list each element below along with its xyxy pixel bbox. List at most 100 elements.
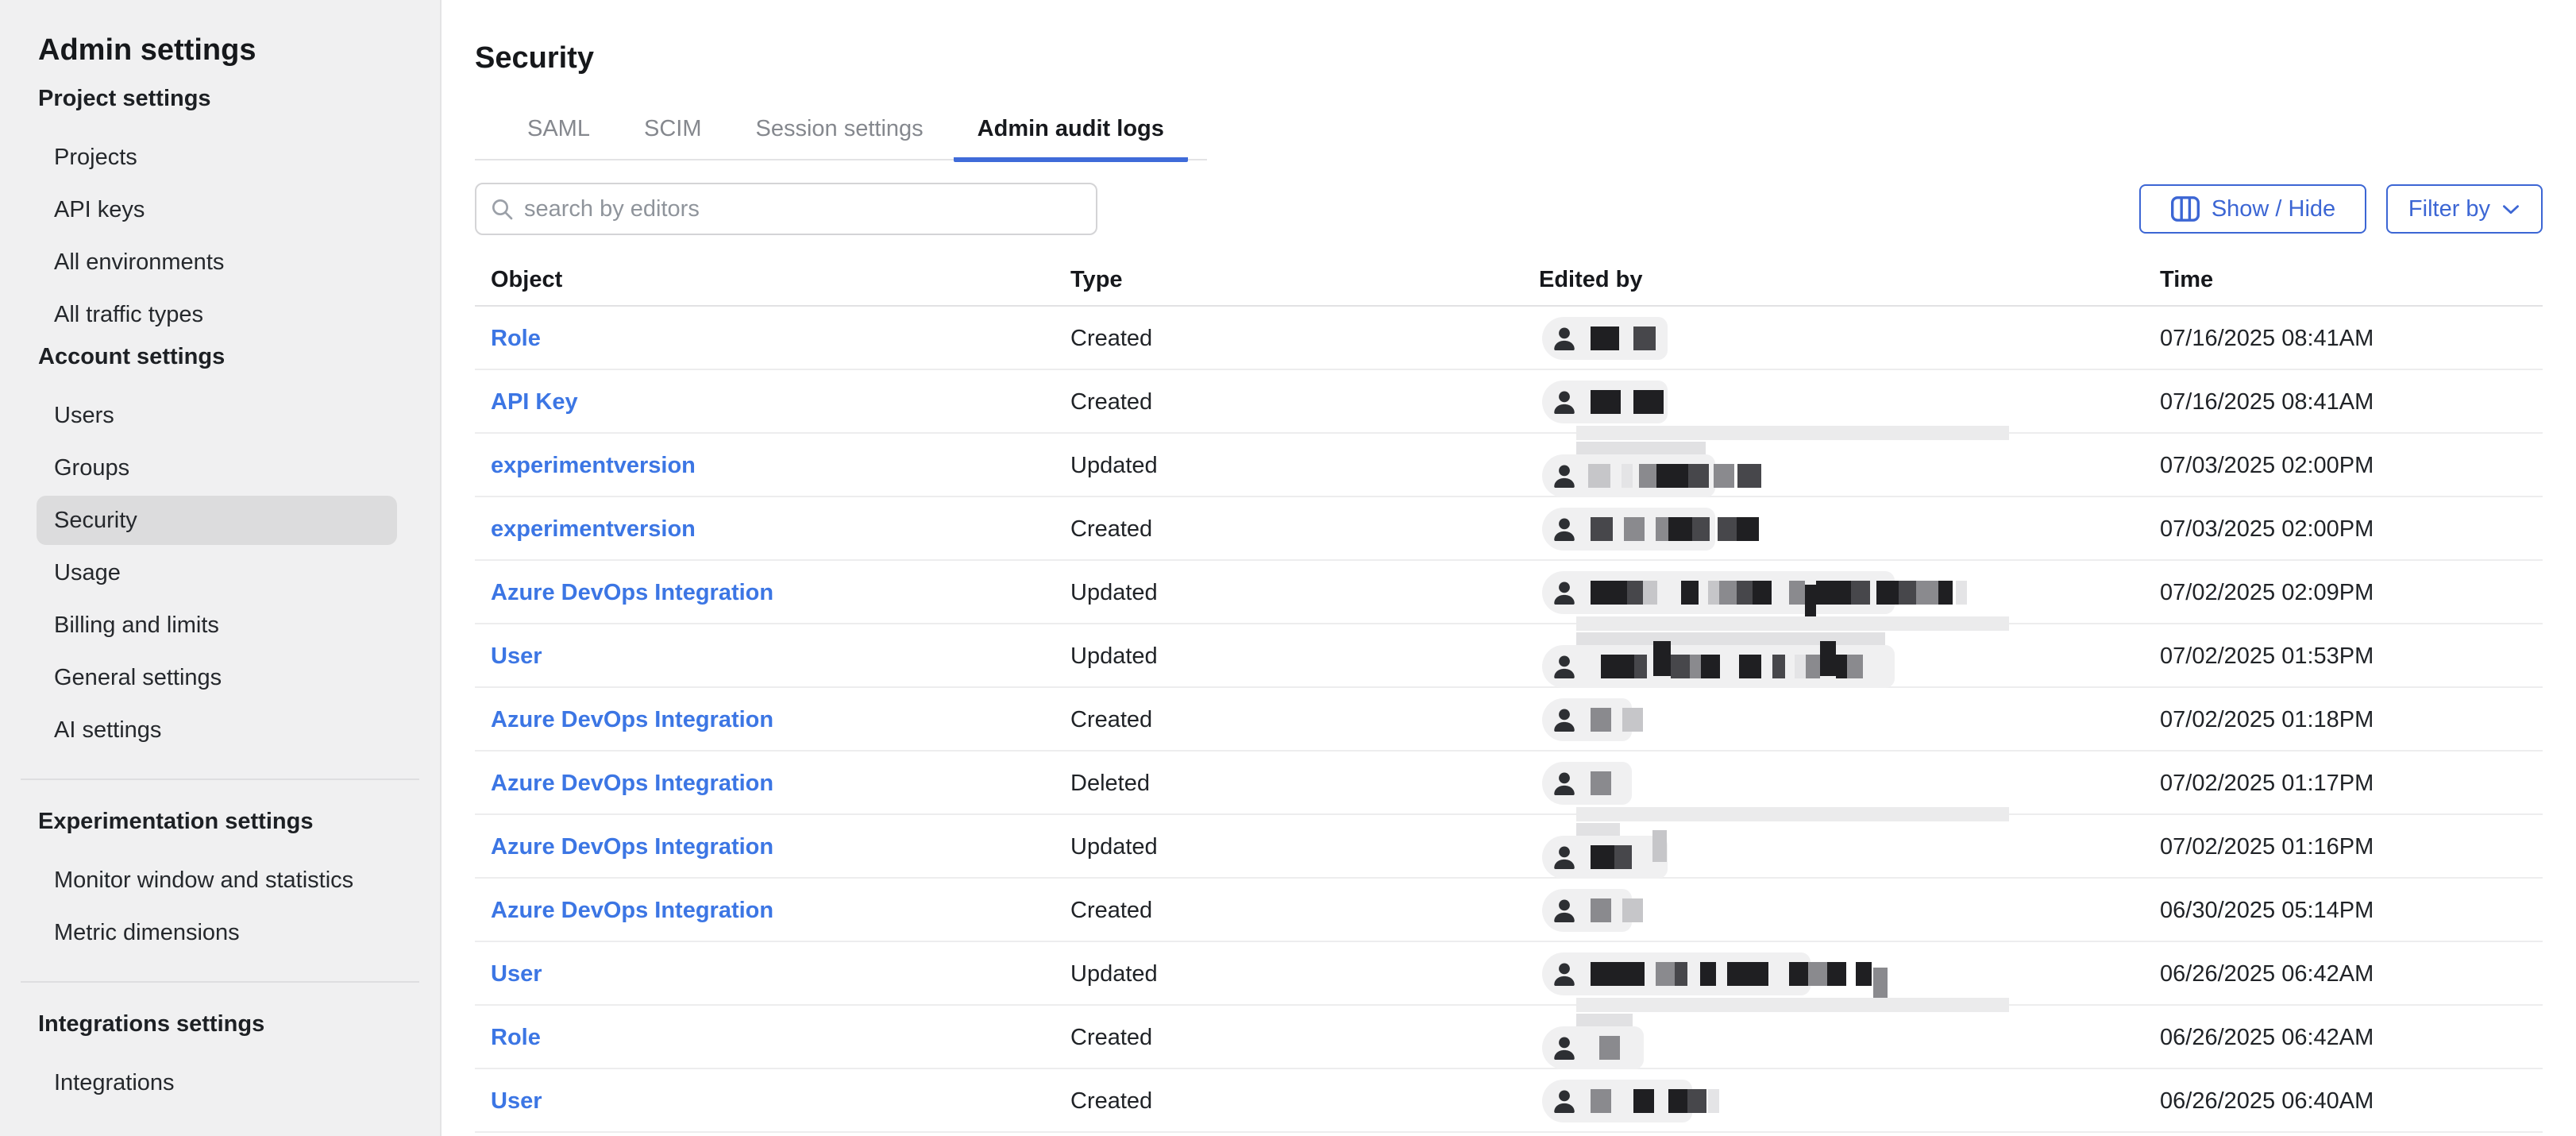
table-row: experimentversion Created 07/03/2025 02:00… bbox=[475, 497, 2543, 561]
sidebar-item-usage[interactable]: Usage bbox=[0, 557, 440, 589]
time-cell: 07/02/2025 01:18PM bbox=[2144, 707, 2543, 733]
person-icon bbox=[1550, 324, 1579, 353]
object-link-azure-devops-integration[interactable]: Azure DevOps Integration bbox=[491, 898, 773, 923]
redacted-text-block bbox=[1591, 1089, 1611, 1113]
time-cell: 07/16/2025 08:41AM bbox=[2144, 389, 2543, 415]
page-title: Security bbox=[475, 39, 594, 77]
object-cell: Role bbox=[475, 326, 1055, 352]
redacted-text-block bbox=[1789, 962, 1808, 986]
edited-by-cell bbox=[1523, 561, 2144, 624]
type-cell: Created bbox=[1055, 516, 1523, 543]
object-cell: User bbox=[475, 1088, 1055, 1115]
tab-admin-audit-logs[interactable]: Admin audit logs bbox=[954, 110, 1188, 162]
redacted-text-block bbox=[1836, 655, 1847, 678]
redacted-text-block bbox=[1718, 517, 1737, 541]
object-cell: Azure DevOps Integration bbox=[475, 580, 1055, 606]
tab-scim[interactable]: SCIM bbox=[620, 110, 726, 162]
redacted-text-block bbox=[1789, 581, 1805, 605]
sidebar-item-metric-dimensions[interactable]: Metric dimensions bbox=[0, 917, 440, 949]
object-cell: Role bbox=[475, 1025, 1055, 1051]
sidebar-list: Projects API keys All environments All traf… bbox=[0, 141, 440, 330]
person-icon bbox=[1550, 578, 1579, 607]
table-row: UserCreated06/26/2025 06:40AM bbox=[475, 1069, 2543, 1133]
sidebar-item-ai-settings[interactable]: AI settings bbox=[0, 714, 440, 746]
sidebar-item-api-keys[interactable]: API keys bbox=[0, 194, 440, 226]
object-link-azure-devops-integration[interactable]: Azure DevOps Integration bbox=[491, 707, 773, 732]
sidebar-item-billing-and-limits[interactable]: Billing and limits bbox=[0, 609, 440, 641]
object-link-role[interactable]: Role bbox=[491, 326, 541, 351]
redacted-text-block bbox=[1653, 641, 1671, 676]
object-cell: User bbox=[475, 961, 1055, 987]
sidebar-item-users[interactable]: Users bbox=[0, 400, 440, 431]
redacted-text-block bbox=[1808, 962, 1827, 986]
sidebar-divider bbox=[21, 779, 419, 780]
object-link-user[interactable]: User bbox=[491, 961, 542, 987]
editor-chip bbox=[1542, 381, 1668, 423]
object-link-role[interactable]: Role bbox=[491, 1025, 541, 1050]
type-cell: Created bbox=[1055, 707, 1523, 733]
redacted-text-block bbox=[1591, 581, 1627, 605]
show-hide-button[interactable]: Show / Hide bbox=[2139, 184, 2366, 234]
sidebar-item-groups[interactable]: Groups bbox=[0, 452, 440, 484]
redacted-text-block bbox=[1591, 898, 1611, 922]
sidebar-section-header: Account settings bbox=[0, 341, 440, 373]
redacted-text-block bbox=[1700, 962, 1716, 986]
table-row: Azure DevOps IntegrationCreated06/30/202… bbox=[475, 879, 2543, 942]
type-cell: Updated bbox=[1055, 643, 1523, 670]
filter-by-button[interactable]: Filter by bbox=[2386, 184, 2543, 234]
type-cell: Updated bbox=[1055, 961, 1523, 987]
editor-chip bbox=[1542, 698, 1632, 741]
column-header-edited-by: Edited by bbox=[1523, 267, 2144, 293]
object-link-experimentversion[interactable]: experimentversion bbox=[491, 453, 696, 478]
tab-session-settings[interactable]: Session settings bbox=[731, 110, 947, 162]
object-link-azure-devops-integration[interactable]: Azure DevOps Integration bbox=[491, 771, 773, 796]
sidebar-title: Admin settings bbox=[0, 0, 440, 68]
time-cell: 07/03/2025 02:00PM bbox=[2144, 516, 2543, 543]
redaction-overlay-bar bbox=[1576, 426, 2009, 440]
redacted-text-block bbox=[1599, 1036, 1620, 1060]
redacted-text-block bbox=[1714, 464, 1734, 488]
sidebar-item-security[interactable]: Security bbox=[37, 496, 397, 545]
sidebar-item-all-environments[interactable]: All environments bbox=[0, 246, 440, 278]
person-icon bbox=[1550, 896, 1579, 925]
object-link-user[interactable]: User bbox=[491, 1088, 542, 1114]
type-cell: Updated bbox=[1055, 834, 1523, 860]
object-link-azure-devops-integration[interactable]: Azure DevOps Integration bbox=[491, 580, 773, 605]
sidebar-item-projects[interactable]: Projects bbox=[0, 141, 440, 173]
object-link-azure-devops-integration[interactable]: Azure DevOps Integration bbox=[491, 834, 773, 860]
tab-saml[interactable]: SAML bbox=[503, 110, 614, 162]
redacted-text-block bbox=[1772, 655, 1785, 678]
search-input[interactable] bbox=[523, 195, 1083, 223]
redacted-text-block bbox=[1591, 708, 1611, 732]
redacted-text-block bbox=[1639, 464, 1656, 488]
redacted-text-block bbox=[1727, 962, 1768, 986]
object-link-api-key[interactable]: API Key bbox=[491, 389, 578, 415]
search-icon bbox=[489, 196, 515, 222]
redacted-text-block bbox=[1687, 1089, 1706, 1113]
redacted-text-block bbox=[1591, 771, 1611, 795]
sidebar-item-integrations[interactable]: Integrations bbox=[0, 1067, 440, 1099]
editor-chip bbox=[1542, 762, 1632, 805]
sidebar-item-general-settings[interactable]: General settings bbox=[0, 662, 440, 694]
redacted-text-block bbox=[1690, 655, 1701, 678]
redacted-text-block bbox=[1633, 390, 1664, 414]
table-row: Azure DevOps IntegrationUpdated07/02/202… bbox=[475, 561, 2543, 624]
sidebar-item-monitor-window-and-statistics[interactable]: Monitor window and statistics bbox=[0, 864, 440, 896]
redacted-text-block bbox=[1591, 517, 1613, 541]
object-link-user[interactable]: User bbox=[491, 643, 542, 669]
table-row: Azure DevOps IntegrationDeleted07/02/202… bbox=[475, 752, 2543, 815]
redacted-text-block bbox=[1622, 898, 1643, 922]
redacted-text-block bbox=[1622, 464, 1633, 488]
redacted-text-block bbox=[1627, 581, 1643, 605]
redacted-text-block bbox=[1591, 845, 1614, 869]
edited-by-cell bbox=[1523, 307, 2144, 370]
redacted-text-block bbox=[1737, 581, 1753, 605]
sidebar-item-all-traffic-types[interactable]: All traffic types bbox=[0, 299, 440, 330]
editor-chip bbox=[1542, 1026, 1644, 1069]
editor-chip bbox=[1542, 571, 1895, 614]
object-link-experimentversion[interactable]: experimentversion bbox=[491, 516, 696, 542]
table-row: Azure DevOps Integration Created 07/02/202… bbox=[475, 688, 2543, 752]
redacted-text-block bbox=[1701, 655, 1720, 678]
redacted-text-block bbox=[1643, 581, 1657, 605]
search-box[interactable] bbox=[475, 183, 1097, 235]
